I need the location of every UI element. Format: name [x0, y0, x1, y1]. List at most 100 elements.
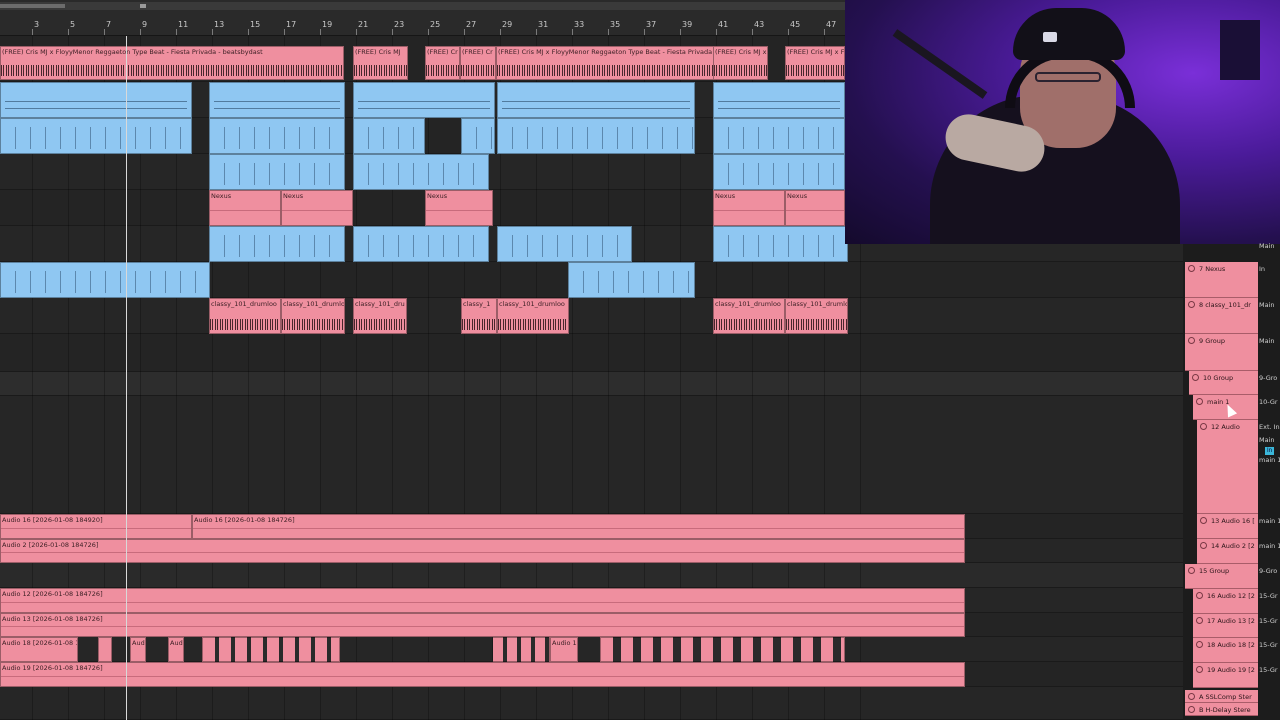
midi-clip[interactable] — [497, 82, 695, 118]
nexus-clip[interactable]: Nexus — [785, 190, 845, 226]
fold-toggle-icon[interactable] — [1196, 641, 1203, 648]
midi-clip[interactable] — [209, 118, 345, 154]
track-output-route[interactable]: 15-Gr — [1259, 592, 1280, 600]
timeline-ruler[interactable]: 3 5 7 9 11 13 15 17 19 21 23 25 27 29 31 33 35 37 39 41 43 45… — [0, 0, 845, 36]
track-output-route[interactable]: main 1 — [1259, 542, 1280, 550]
mixer-strip[interactable]: 8 classy_101_dr — [1185, 298, 1258, 334]
audio-clip[interactable]: (FREE) Cris MJ x F — [785, 46, 845, 80]
fold-toggle-icon[interactable] — [1188, 337, 1195, 344]
drumloop-clip[interactable]: classy_101_drumloo — [209, 298, 281, 334]
track-output-route[interactable]: Main — [1259, 337, 1280, 345]
track-lane-12[interactable] — [0, 396, 1183, 514]
return-lanes[interactable] — [0, 687, 1183, 720]
midi-clip[interactable] — [713, 154, 845, 190]
midi-clip[interactable] — [0, 82, 192, 118]
mixer-strip[interactable]: 18 Audio 18 [2 — [1193, 638, 1258, 663]
mixer-strip[interactable]: A SSLComp Ster — [1185, 690, 1258, 703]
midi-clip[interactable] — [461, 118, 495, 154]
fold-toggle-icon[interactable] — [1188, 567, 1195, 574]
audio-clip[interactable]: (FREE) Cris MJ — [353, 46, 408, 80]
mixer-strip[interactable]: 15 Group — [1185, 564, 1258, 589]
audio-clip[interactable]: (FREE) Cris MJ x FloyyMenor Reggaeton Ty… — [0, 46, 344, 80]
mixer-strip[interactable]: 17 Audio 13 [2 — [1193, 614, 1258, 638]
audio-clip[interactable]: (FREE) Cris MJ x FloyyMenor Reggaeton Ty… — [496, 46, 714, 80]
audio-clip-group[interactable] — [600, 637, 845, 662]
drumloop-clip[interactable]: classy_101_drumloo — [281, 298, 345, 334]
mixer-strip[interactable]: 12 Audio — [1197, 420, 1258, 514]
playhead[interactable] — [126, 36, 127, 720]
track-lane-8[interactable] — [0, 298, 1183, 334]
track-output-route[interactable]: Ext. In — [1259, 423, 1280, 431]
group-lane-15[interactable] — [0, 563, 1183, 588]
track-output-route[interactable]: Main — [1259, 301, 1280, 309]
fold-toggle-icon[interactable] — [1196, 592, 1203, 599]
track-output-route[interactable]: 15-Gr — [1259, 617, 1280, 625]
fold-toggle-icon[interactable] — [1196, 617, 1203, 624]
fold-toggle-icon[interactable] — [1200, 517, 1207, 524]
nexus-clip[interactable]: Nexus — [209, 190, 281, 226]
track-output-route[interactable]: In — [1259, 265, 1280, 273]
audio-clip[interactable]: Audio 16 [2026-01-08 184920] — [0, 514, 192, 539]
mixer-strip[interactable]: 7 Nexus — [1185, 262, 1258, 298]
midi-clip[interactable] — [209, 82, 345, 118]
nexus-clip[interactable]: Nexus — [713, 190, 785, 226]
midi-clip[interactable] — [353, 82, 495, 118]
midi-clip[interactable] — [713, 226, 848, 262]
audio-clip[interactable]: (FREE) Cr — [460, 46, 496, 80]
group-lane-10[interactable] — [0, 372, 1183, 396]
audio-clip[interactable]: Audio 18 [2026-01-08 18 — [0, 637, 78, 662]
audio-clip[interactable]: (FREE) Cris MJ x — [713, 46, 768, 80]
midi-clip[interactable] — [0, 118, 192, 154]
fold-toggle-icon[interactable] — [1188, 265, 1195, 272]
midi-clip[interactable] — [497, 226, 632, 262]
route-extra[interactable]: Main — [1259, 436, 1280, 444]
midi-clip[interactable] — [353, 226, 489, 262]
track-output-route[interactable]: 9-Gro — [1259, 567, 1280, 575]
audio-clip[interactable]: Audio 19 [2026-01-08 184726] — [0, 662, 965, 687]
fold-toggle-icon[interactable] — [1188, 693, 1195, 700]
mixer-strip[interactable]: 13 Audio 16 [ — [1197, 514, 1258, 539]
midi-clip[interactable] — [353, 154, 489, 190]
fold-toggle-icon[interactable] — [1196, 666, 1203, 673]
track-output-route[interactable]: 15-Gr — [1259, 641, 1280, 649]
loop-bar[interactable] — [0, 2, 845, 10]
audio-clip[interactable]: Audio 12 [2026-01-08 184726] — [0, 588, 965, 613]
audio-clip-group[interactable] — [202, 637, 340, 662]
fold-toggle-icon[interactable] — [1188, 301, 1195, 308]
route-extra[interactable]: main 1 — [1259, 456, 1280, 464]
audio-clip[interactable]: (FREE) Cr — [425, 46, 460, 80]
midi-clip[interactable] — [209, 226, 345, 262]
mixer-strip[interactable]: 16 Audio 12 [2 — [1193, 589, 1258, 614]
drumloop-clip[interactable]: classy_101_drumloo — [497, 298, 569, 334]
mixer-strip[interactable]: 19 Audio 19 [2 — [1193, 663, 1258, 688]
audio-clip[interactable] — [98, 637, 112, 662]
audio-clip[interactable]: Aud — [168, 637, 184, 662]
fold-toggle-icon[interactable] — [1192, 374, 1199, 381]
mixer-strip[interactable]: B H-Delay Stere — [1185, 703, 1258, 716]
midi-clip[interactable] — [353, 118, 425, 154]
midi-clip[interactable] — [0, 262, 210, 298]
drumloop-clip[interactable]: classy_101_drumloo — [785, 298, 848, 334]
mixer-strip[interactable]: 14 Audio 2 [2 — [1197, 539, 1258, 564]
midi-clip[interactable] — [713, 82, 845, 118]
midi-clip[interactable] — [568, 262, 695, 298]
track-output-route[interactable]: 15-Gr — [1259, 666, 1280, 674]
drumloop-clip[interactable]: classy_101_dru — [353, 298, 407, 334]
fold-toggle-icon[interactable] — [1200, 423, 1207, 430]
nexus-clip[interactable]: Nexus — [425, 190, 493, 226]
mixer-strip[interactable]: 9 Group — [1185, 334, 1258, 371]
midi-clip[interactable] — [209, 154, 345, 190]
track-output-route[interactable]: main 1 — [1259, 517, 1280, 525]
track-output-route[interactable]: 10-Gr — [1259, 398, 1280, 406]
input-chip[interactable]: In — [1265, 447, 1274, 455]
midi-clip[interactable] — [497, 118, 695, 154]
audio-clip[interactable]: Audio 1 — [550, 637, 578, 662]
audio-clip[interactable]: Aud — [130, 637, 146, 662]
audio-clip[interactable]: Audio 2 [2026-01-08 184726] — [0, 539, 965, 563]
track-lane-9[interactable] — [0, 334, 1183, 372]
audio-clip[interactable]: Audio 16 [2026-01-08 184726] — [192, 514, 965, 539]
midi-clip[interactable] — [713, 118, 845, 154]
audio-clip[interactable]: Audio 13 [2026-01-08 184726] — [0, 613, 965, 637]
track-output-route[interactable]: 9-Gro — [1259, 374, 1280, 382]
audio-clip-group[interactable] — [492, 637, 550, 662]
